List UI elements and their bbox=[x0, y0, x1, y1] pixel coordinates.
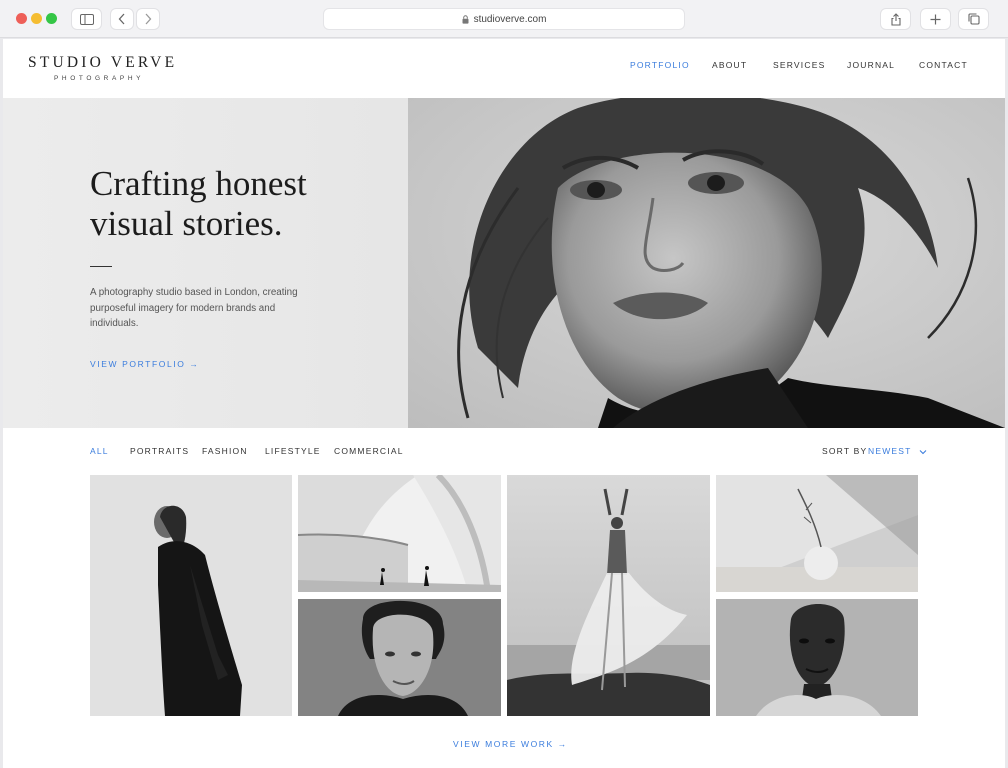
gallery-image-woman-coat[interactable] bbox=[90, 475, 292, 716]
sort-value: NEWEST bbox=[868, 446, 912, 456]
address-bar[interactable]: studioverve.com bbox=[323, 8, 685, 30]
chevron-left-icon bbox=[118, 13, 125, 25]
close-window-button[interactable] bbox=[16, 13, 27, 24]
minimize-window-button[interactable] bbox=[31, 13, 42, 24]
forward-button[interactable] bbox=[136, 8, 160, 30]
view-more-work-link[interactable]: VIEW MORE WORK → bbox=[453, 739, 568, 749]
chevron-right-icon bbox=[145, 13, 152, 25]
nav-item-portfolio[interactable]: PORTFOLIO bbox=[630, 60, 690, 70]
hero-portrait-image bbox=[408, 98, 1005, 428]
site-header: STUDIO VERVE PHOTOGRAPHY PORTFOLIO ABOUT… bbox=[3, 39, 1005, 99]
man-jacket-photo bbox=[716, 599, 918, 716]
plus-icon bbox=[930, 14, 941, 24]
gallery-image-dancer[interactable] bbox=[507, 475, 710, 716]
hero-divider bbox=[90, 266, 112, 267]
filter-commercial[interactable]: COMMERCIAL bbox=[334, 446, 404, 456]
lock-icon bbox=[462, 14, 469, 24]
hero-section: Crafting honest visual stories. A photog… bbox=[3, 98, 1005, 428]
sidebar-toggle-button[interactable] bbox=[71, 8, 102, 30]
tabs-icon bbox=[967, 13, 980, 25]
view-portfolio-link[interactable]: VIEW PORTFOLIO → bbox=[90, 359, 200, 369]
share-button[interactable] bbox=[880, 8, 911, 30]
filter-fashion[interactable]: FASHION bbox=[202, 446, 248, 456]
brand-tagline: PHOTOGRAPHY bbox=[54, 75, 145, 82]
nav-item-contact[interactable]: CONTACT bbox=[919, 60, 968, 70]
hero-title-line-1: Crafting honest bbox=[90, 164, 307, 203]
sort-label: SORT BY bbox=[822, 446, 868, 456]
back-button[interactable] bbox=[110, 8, 134, 30]
gallery-image-curly-man[interactable] bbox=[298, 599, 501, 716]
brand-logo[interactable]: STUDIO VERVE bbox=[28, 54, 177, 72]
sidebar-icon bbox=[79, 13, 94, 25]
browser-toolbar: studioverve.com bbox=[0, 0, 1008, 38]
share-icon bbox=[890, 12, 901, 26]
url-text: studioverve.com bbox=[473, 13, 547, 25]
hero-title-line-2: visual stories. bbox=[90, 204, 283, 243]
sort-dropdown[interactable]: NEWEST bbox=[868, 446, 927, 456]
filter-lifestyle[interactable]: LIFESTYLE bbox=[265, 446, 321, 456]
nav-item-about[interactable]: ABOUT bbox=[712, 60, 747, 70]
filter-all[interactable]: ALL bbox=[90, 446, 109, 456]
curly-man-photo bbox=[298, 599, 501, 716]
architecture-photo bbox=[298, 475, 501, 592]
new-tab-button[interactable] bbox=[920, 8, 951, 30]
nav-item-services[interactable]: SERVICES bbox=[773, 60, 825, 70]
gallery-image-architecture[interactable] bbox=[298, 475, 501, 592]
chevron-down-icon bbox=[919, 449, 927, 455]
gallery-image-vase[interactable] bbox=[716, 475, 918, 592]
filter-portraits[interactable]: PORTRAITS bbox=[130, 446, 189, 456]
woman-coat-photo bbox=[90, 475, 292, 716]
vase-photo bbox=[716, 475, 918, 592]
tab-overview-button[interactable] bbox=[958, 8, 989, 30]
maximize-window-button[interactable] bbox=[46, 13, 57, 24]
web-page: STUDIO VERVE PHOTOGRAPHY PORTFOLIO ABOUT… bbox=[3, 39, 1005, 768]
hero-title: Crafting honest visual stories. bbox=[90, 164, 390, 244]
nav-item-journal[interactable]: JOURNAL bbox=[847, 60, 895, 70]
dancer-photo bbox=[507, 475, 710, 716]
hero-description: A photography studio based in London, cr… bbox=[90, 287, 298, 329]
gallery-image-man-jacket[interactable] bbox=[716, 599, 918, 716]
